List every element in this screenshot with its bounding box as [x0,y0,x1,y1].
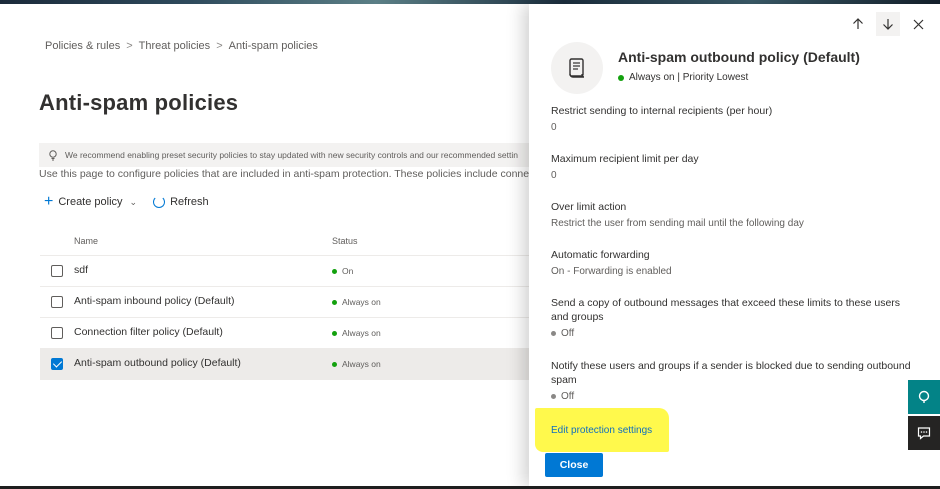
policy-status: Always on [332,359,381,369]
info-banner: We recommend enabling preset security po… [39,143,539,167]
panel-status: Always on | Priority Lowest [618,72,748,83]
field-daily-recipient-limit: Maximum recipient limit per day 0 [551,152,911,181]
policy-name[interactable]: Connection filter policy (Default) [74,326,223,338]
plus-icon: + [44,193,54,210]
status-text: On [342,266,354,276]
create-policy-button[interactable]: + Create policy ⌄ [44,193,138,210]
status-dot-icon [618,74,624,81]
breadcrumb-threat-policies[interactable]: Threat policies [139,40,211,52]
previous-item-button[interactable] [846,12,870,36]
policy-name[interactable]: sdf [74,264,88,276]
policy-status: Always on [332,328,381,338]
status-dot-icon [551,394,556,399]
page-description: Use this page to configure policies that… [39,168,534,180]
table-row[interactable]: Anti-spam inbound policy (Default) Alway… [40,287,530,318]
field-value: On - Forwarding is enabled [551,266,672,277]
field-label: Restrict sending to internal recipients … [551,105,773,117]
policy-status: On [332,266,353,276]
page-title: Anti-spam policies [39,90,239,115]
field-value: Off [551,328,911,339]
field-value: Restrict the user from sending mail unti… [551,218,804,229]
field-value: 0 [551,122,557,133]
field-automatic-forwarding: Automatic forwarding On - Forwarding is … [551,248,911,277]
policy-status: Always on [332,297,381,307]
status-dot-icon [332,299,337,305]
feedback-button[interactable] [908,416,940,450]
create-policy-label: Create policy [58,196,123,208]
side-tabs [908,380,940,450]
arrow-up-icon [853,18,863,29]
refresh-label: Refresh [170,196,209,208]
field-value: 0 [551,170,557,181]
feedback-icon [917,427,931,440]
policy-scroll-icon [569,58,585,78]
edit-protection-settings-link[interactable]: Edit protection settings [535,408,669,452]
policy-avatar [551,42,603,94]
status-dot-icon [332,361,337,367]
policy-details-flyout: Anti-spam outbound policy (Default) Alwa… [529,4,940,486]
table-row[interactable]: Connection filter policy (Default) Alway… [40,318,530,349]
policy-name[interactable]: Anti-spam inbound policy (Default) [74,295,235,307]
row-checkbox[interactable] [51,265,63,277]
policy-name[interactable]: Anti-spam outbound policy (Default) [74,357,241,369]
column-header-name[interactable]: Name [74,236,98,246]
status-dot-icon [332,268,337,274]
policies-table: Name Status sdf On Anti-spam inbound pol… [40,226,530,380]
column-header-status[interactable]: Status [332,236,358,246]
field-value: Off [551,391,911,402]
table-row-selected[interactable]: Anti-spam outbound policy (Default) Alwa… [40,349,530,380]
refresh-icon [153,196,166,208]
field-copy-outbound-messages: Send a copy of outbound messages that ex… [551,296,911,339]
status-dot-icon [551,331,556,336]
table-row[interactable]: sdf On [40,256,530,287]
refresh-button[interactable]: Refresh [153,196,209,208]
close-button[interactable]: Close [545,453,603,477]
breadcrumb: Policies & rules > Threat policies > Ant… [45,40,318,52]
breadcrumb-separator: > [126,40,133,52]
lightbulb-icon [49,150,57,161]
field-label: Send a copy of outbound messages that ex… [551,297,901,323]
breadcrumb-policies-rules[interactable]: Policies & rules [45,40,120,52]
field-over-limit-action: Over limit action Restrict the user from… [551,200,911,229]
status-dot-icon [332,330,337,336]
status-text: Always on [342,359,381,369]
close-icon [913,19,923,29]
field-label: Maximum recipient limit per day [551,153,699,165]
row-checkbox-checked[interactable] [51,358,63,370]
row-checkbox[interactable] [51,327,63,339]
arrow-down-icon [883,19,893,30]
field-label: Over limit action [551,201,627,213]
status-text: Always on [342,328,381,338]
field-notify-blocked-sender: Notify these users and groups if a sende… [551,359,911,402]
field-value-text: Off [561,391,575,402]
close-panel-button[interactable] [906,12,930,36]
field-internal-recipient-limit: Restrict sending to internal recipients … [551,104,911,133]
row-checkbox[interactable] [51,296,63,308]
panel-status-text: Always on | Priority Lowest [629,72,749,83]
next-item-button[interactable] [876,12,900,36]
panel-controls [846,12,930,36]
help-icon [918,390,930,403]
field-value-text: Off [561,328,575,339]
field-label: Notify these users and groups if a sende… [551,360,911,386]
field-label: Automatic forwarding [551,249,650,261]
command-bar: + Create policy ⌄ Refresh [44,193,209,210]
help-button[interactable] [908,380,940,414]
panel-title: Anti-spam outbound policy (Default) [618,49,860,65]
banner-text: We recommend enabling preset security po… [65,150,518,160]
breadcrumb-separator: > [216,40,223,52]
table-header: Name Status [40,226,530,256]
chevron-down-icon: ⌄ [129,196,138,207]
breadcrumb-anti-spam-policies: Anti-spam policies [228,40,318,52]
status-text: Always on [342,297,381,307]
